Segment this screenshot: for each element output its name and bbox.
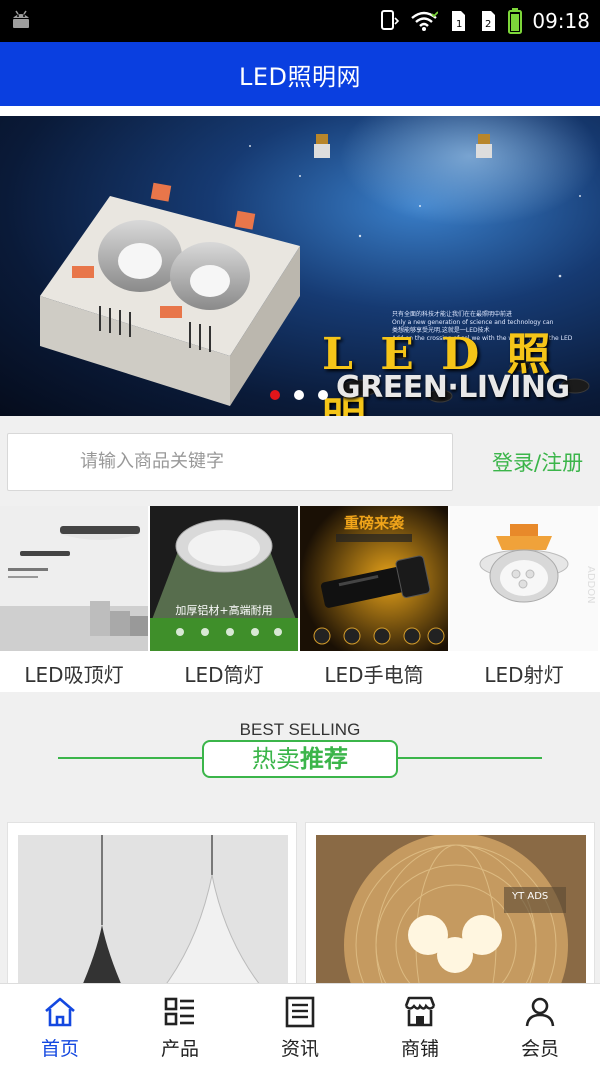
tab-label: 首页 <box>40 1038 79 1060</box>
tab-products[interactable]: 产品 <box>120 984 240 1067</box>
carousel-dot[interactable] <box>294 390 304 400</box>
banner-carousel[interactable]: 只有全面的科技才能让我们在在最照明中前进 Only a new generati… <box>0 116 600 416</box>
product-grid: YT ADS <box>0 810 600 992</box>
home-icon <box>45 997 75 1027</box>
best-selling-header: BEST SELLING 热卖推荐 <box>0 700 600 800</box>
android-icon <box>13 10 29 28</box>
best-selling-en: BEST SELLING <box>239 720 361 739</box>
svg-text:2: 2 <box>485 19 491 30</box>
vibrate-icon <box>381 10 400 30</box>
carousel-dot[interactable] <box>318 390 328 400</box>
downlight-promo-text: 加厚铝材+高端耐用 <box>175 603 272 617</box>
banner-fineprint-1: 只有全面的科技才能让我们在在最照明中前进 <box>392 310 512 318</box>
category-label: LED筒灯 <box>184 663 264 687</box>
product-card[interactable] <box>7 822 297 992</box>
product-card[interactable]: YT ADS <box>305 822 595 992</box>
best-selling-zh-a: 热卖 <box>252 745 300 773</box>
sim1-icon: 1 <box>452 11 466 31</box>
screen: 1 2 09:18 LED照明网 只有全面的科技才能让我们在在最照明中前进 On… <box>0 0 600 1067</box>
tab-label: 商铺 <box>400 1038 439 1060</box>
app-title: LED照明网 <box>238 62 361 91</box>
banner-subheadline: GREEN·LIVING <box>336 370 570 405</box>
search-input[interactable]: 请输入商品关键字 <box>7 433 453 491</box>
pendant-lamp-image <box>18 835 288 991</box>
status-bar: 1 2 09:18 <box>0 0 600 42</box>
carousel-indicator <box>270 390 328 400</box>
downlight-image: 加厚铝材+高端耐用 <box>150 506 298 651</box>
tab-home[interactable]: 首页 <box>0 984 120 1067</box>
status-icons: 1 2 09:18 <box>378 0 590 42</box>
user-icon <box>525 997 555 1027</box>
battery-icon <box>508 8 523 34</box>
flashlight-image: 重磅来袭 <box>300 506 448 651</box>
tab-label: 产品 <box>160 1038 199 1060</box>
ceiling-lamp-image <box>0 506 148 651</box>
category-item-spotlight[interactable]: ADDON LED射灯 <box>450 506 598 692</box>
divider <box>0 106 600 116</box>
category-item-flashlight[interactable]: 重磅来袭 LED手电筒 <box>300 506 448 692</box>
bottom-tab-bar: 首页 产品 资讯 商铺 会员 <box>0 983 600 1067</box>
category-label: LED吸顶灯 <box>24 663 124 687</box>
best-selling-title: 热卖推荐 <box>202 740 398 778</box>
product-watermark: YT ADS <box>511 891 548 902</box>
divider-left <box>58 757 202 759</box>
app-bar: LED照明网 <box>0 42 600 106</box>
status-time: 09:18 <box>532 9 590 33</box>
flashlight-promo-text: 重磅来袭 <box>344 514 405 532</box>
wifi-icon <box>411 11 439 31</box>
category-item-downlight[interactable]: 加厚铝材+高端耐用 LED筒灯 <box>150 506 298 692</box>
best-selling-zh-b: 推荐 <box>300 745 348 773</box>
svg-text:1: 1 <box>456 19 462 30</box>
tab-label: 资讯 <box>280 1038 319 1060</box>
search-row: 请输入商品关键字 登录/注册 <box>0 426 600 498</box>
login-register-link[interactable]: 登录/注册 <box>492 447 583 477</box>
tab-member[interactable]: 会员 <box>480 984 600 1067</box>
sim2-icon: 2 <box>482 11 496 31</box>
divider-right <box>398 757 542 759</box>
globe-lamp-image: YT ADS <box>316 835 586 991</box>
category-item-ceiling-lamp[interactable]: LED吸顶灯 <box>0 506 148 692</box>
category-row: LED吸顶灯 加厚铝材+高端耐用 LED筒灯 重磅来袭 LED手电筒 ADDON… <box>0 506 600 692</box>
store-icon <box>404 996 436 1027</box>
spotlight-image: ADDON <box>450 506 598 651</box>
news-icon <box>285 996 315 1028</box>
category-label: LED手电筒 <box>324 663 424 687</box>
svg-text:ADDON: ADDON <box>585 566 596 604</box>
grid-list-icon <box>164 997 194 1026</box>
tab-news[interactable]: 资讯 <box>240 984 360 1067</box>
tab-store[interactable]: 商铺 <box>360 984 480 1067</box>
carousel-dot-active[interactable] <box>270 390 280 400</box>
tab-label: 会员 <box>520 1038 559 1060</box>
category-label: LED射灯 <box>484 663 564 687</box>
